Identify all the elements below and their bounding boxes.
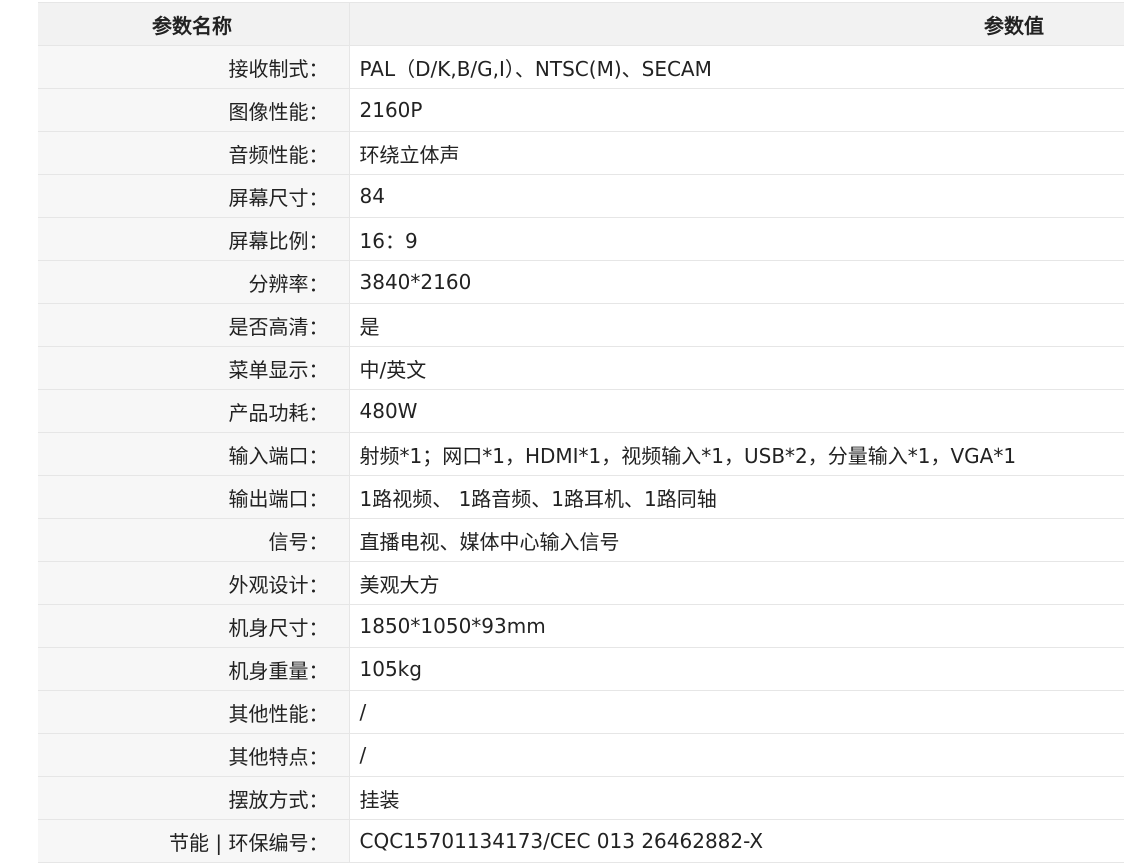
param-value: / bbox=[349, 690, 1124, 734]
param-value: 中/英文 bbox=[349, 346, 1124, 390]
header-param-name: 参数名称 bbox=[38, 2, 350, 46]
param-value: 84 bbox=[349, 174, 1124, 218]
param-name: 音频性能： bbox=[38, 131, 350, 175]
param-value: CQC15701134173/CEC 013 26462882-X bbox=[349, 819, 1124, 863]
table-row: 是否高清： 是 bbox=[38, 303, 1124, 347]
table-row: 音频性能： 环绕立体声 bbox=[38, 131, 1124, 175]
table-row: 摆放方式： 挂装 bbox=[38, 776, 1124, 820]
param-name: 节能 | 环保编号： bbox=[38, 819, 350, 863]
param-name: 输出端口： bbox=[38, 475, 350, 519]
param-name: 其他特点： bbox=[38, 733, 350, 777]
param-name: 图像性能： bbox=[38, 88, 350, 132]
param-name: 屏幕比例： bbox=[38, 217, 350, 261]
param-value: / bbox=[349, 733, 1124, 777]
param-value: 美观大方 bbox=[349, 561, 1124, 605]
param-value: 直播电视、媒体中心输入信号 bbox=[349, 518, 1124, 562]
table-row: 图像性能： 2160P bbox=[38, 88, 1124, 132]
param-value: 480W bbox=[349, 389, 1124, 433]
table-row: 其他性能： / bbox=[38, 690, 1124, 734]
spec-table: 参数名称 参数值 接收制式： PAL（D/K,B/G,I）、NTSC(M)、SE… bbox=[38, 2, 1124, 863]
param-value: 2160P bbox=[349, 88, 1124, 132]
table-row: 菜单显示： 中/英文 bbox=[38, 346, 1124, 390]
table-row: 产品功耗： 480W bbox=[38, 389, 1124, 433]
param-name: 机身尺寸： bbox=[38, 604, 350, 648]
table-row: 机身重量： 105kg bbox=[38, 647, 1124, 691]
param-value: 3840*2160 bbox=[349, 260, 1124, 304]
param-value: 105kg bbox=[349, 647, 1124, 691]
param-value: PAL（D/K,B/G,I）、NTSC(M)、SECAM bbox=[349, 45, 1124, 89]
table-header-row: 参数名称 参数值 bbox=[38, 2, 1124, 46]
table-row: 输入端口： 射频*1；网口*1，HDMI*1，视频输入*1，USB*2，分量输入… bbox=[38, 432, 1124, 476]
param-name: 其他性能： bbox=[38, 690, 350, 734]
table-row: 其他特点： / bbox=[38, 733, 1124, 777]
param-name: 是否高清： bbox=[38, 303, 350, 347]
param-value: 环绕立体声 bbox=[349, 131, 1124, 175]
table-row: 接收制式： PAL（D/K,B/G,I）、NTSC(M)、SECAM bbox=[38, 45, 1124, 89]
param-name: 摆放方式： bbox=[38, 776, 350, 820]
table-row: 节能 | 环保编号： CQC15701134173/CEC 013 264628… bbox=[38, 819, 1124, 863]
table-row: 外观设计： 美观大方 bbox=[38, 561, 1124, 605]
param-name: 产品功耗： bbox=[38, 389, 350, 433]
param-name: 接收制式： bbox=[38, 45, 350, 89]
spec-table-body: 接收制式： PAL（D/K,B/G,I）、NTSC(M)、SECAM 图像性能：… bbox=[38, 45, 1124, 863]
table-row: 信号： 直播电视、媒体中心输入信号 bbox=[38, 518, 1124, 562]
table-row: 屏幕比例： 16：9 bbox=[38, 217, 1124, 261]
param-value: 1路视频、 1路音频、1路耳机、1路同轴 bbox=[349, 475, 1124, 519]
param-name: 机身重量： bbox=[38, 647, 350, 691]
param-value: 16：9 bbox=[349, 217, 1124, 261]
table-row: 机身尺寸： 1850*1050*93mm bbox=[38, 604, 1124, 648]
param-value: 是 bbox=[349, 303, 1124, 347]
param-name: 外观设计： bbox=[38, 561, 350, 605]
param-name: 信号： bbox=[38, 518, 350, 562]
param-name: 菜单显示： bbox=[38, 346, 350, 390]
param-value: 1850*1050*93mm bbox=[349, 604, 1124, 648]
param-name: 屏幕尺寸： bbox=[38, 174, 350, 218]
param-name: 输入端口： bbox=[38, 432, 350, 476]
table-row: 分辨率： 3840*2160 bbox=[38, 260, 1124, 304]
param-name: 分辨率： bbox=[38, 260, 350, 304]
header-param-value: 参数值 bbox=[349, 2, 1124, 46]
param-value: 射频*1；网口*1，HDMI*1，视频输入*1，USB*2，分量输入*1，VGA… bbox=[349, 432, 1124, 476]
table-row: 屏幕尺寸： 84 bbox=[38, 174, 1124, 218]
param-value: 挂装 bbox=[349, 776, 1124, 820]
table-row: 输出端口： 1路视频、 1路音频、1路耳机、1路同轴 bbox=[38, 475, 1124, 519]
